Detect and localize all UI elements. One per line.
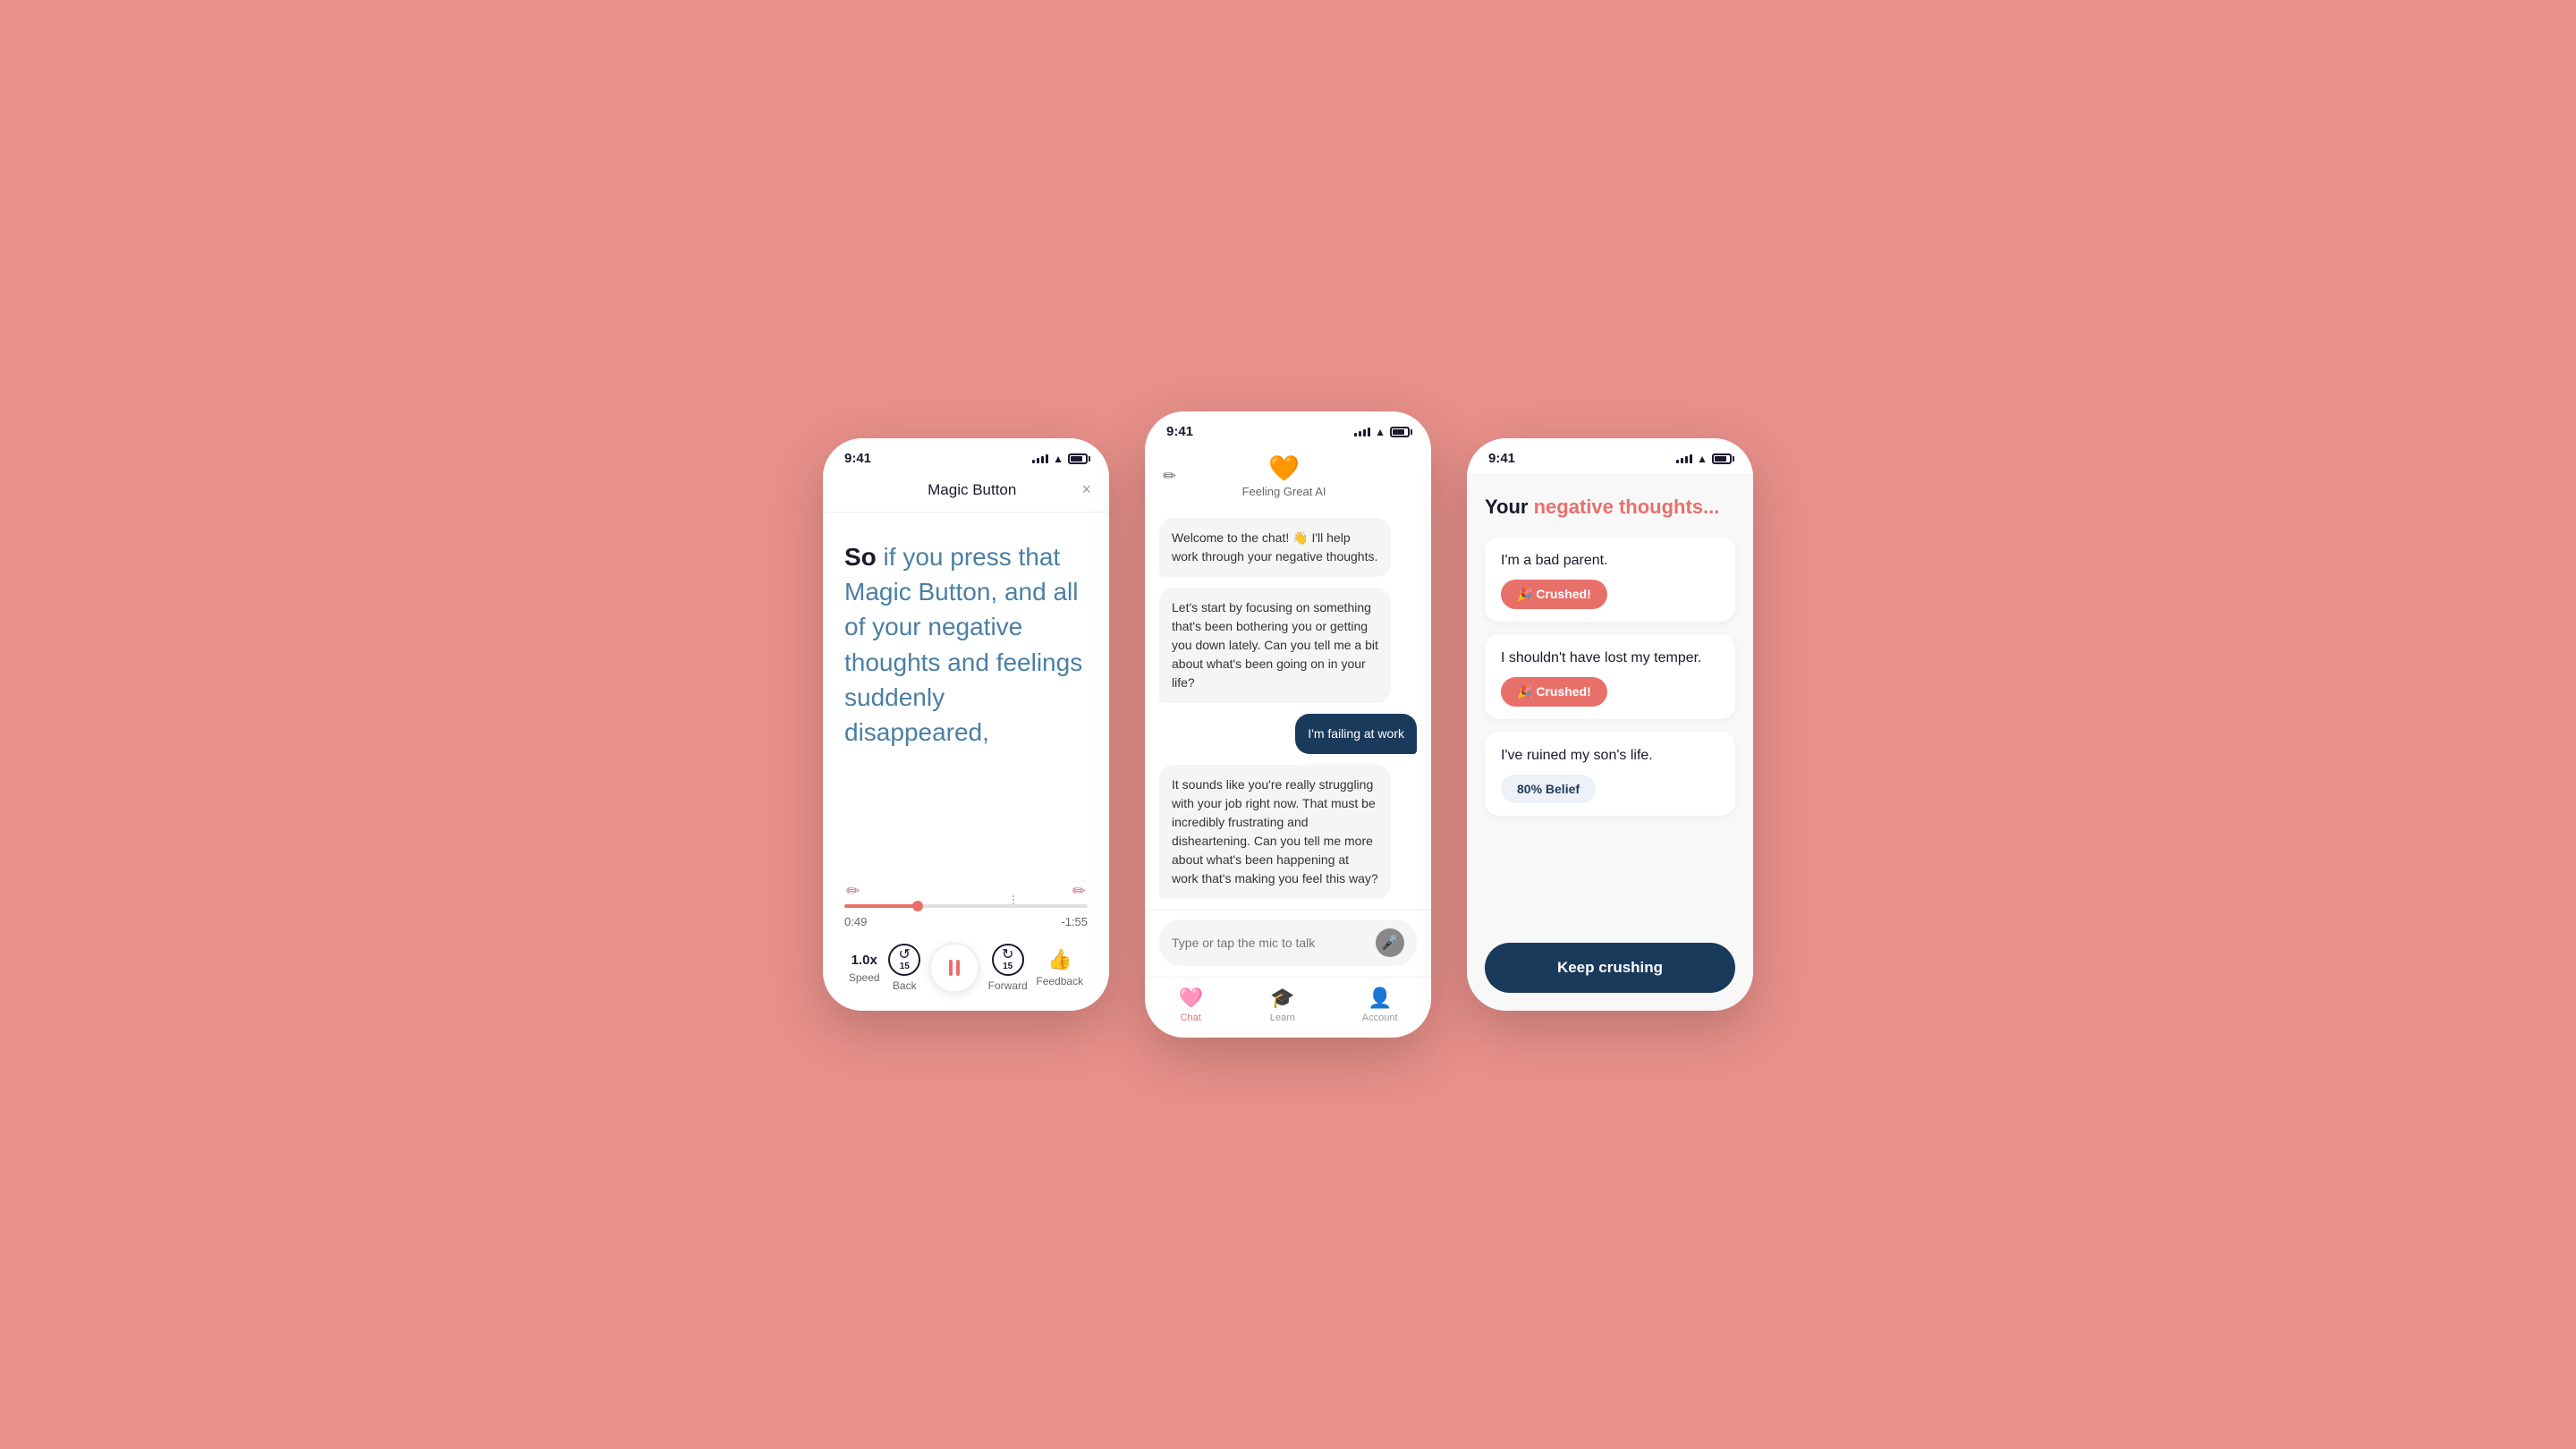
mic-button[interactable]: 🎤 xyxy=(1376,928,1404,957)
back-label: Back xyxy=(893,979,917,992)
status-icons-3: ▲ xyxy=(1676,453,1732,465)
play-pause-button[interactable] xyxy=(929,943,979,993)
status-bar-1: 9:41 ▲ xyxy=(823,438,1109,473)
phone3-content: Your negative thoughts... I'm a bad pare… xyxy=(1467,473,1753,1011)
chat-tab-label: Chat xyxy=(1181,1013,1201,1023)
chat-tab-icon: 🩷 xyxy=(1178,987,1202,1010)
status-time-2: 9:41 xyxy=(1166,424,1193,439)
crushed-button-1[interactable]: 🎉 Crushed! xyxy=(1501,580,1607,609)
tab-learn[interactable]: 🎓 Learn xyxy=(1270,987,1295,1023)
marker-left-icon[interactable]: ✏ xyxy=(846,882,860,901)
battery-icon xyxy=(1068,453,1088,464)
crushed-button-2[interactable]: 🎉 Crushed! xyxy=(1501,677,1607,707)
thought-card-2: I shouldn't have lost my temper. 🎉 Crush… xyxy=(1485,634,1735,719)
progress-fill xyxy=(844,904,918,908)
user-message-1: I'm failing at work xyxy=(1295,714,1417,754)
magic-button-title: Magic Button xyxy=(928,481,1016,499)
feedback-label: Feedback xyxy=(1036,975,1083,987)
marker-right-icon[interactable]: ✏ xyxy=(1072,882,1086,901)
audio-text-bold: So xyxy=(844,543,877,571)
battery-icon-2 xyxy=(1390,427,1410,437)
ai-message-3: It sounds like you're really struggling … xyxy=(1159,765,1391,899)
close-button[interactable]: × xyxy=(1081,480,1091,499)
page-title: Your negative thoughts... xyxy=(1485,487,1735,524)
chat-input[interactable] xyxy=(1172,936,1367,950)
wifi-icon: ▲ xyxy=(1053,453,1063,465)
chat-input-row: 🎤 xyxy=(1159,919,1417,966)
chapter-marker xyxy=(1013,895,1014,904)
status-icons-2: ▲ xyxy=(1354,426,1410,438)
signal-icon-3 xyxy=(1676,454,1692,463)
chat-header: ✏ 🧡 Feeling Great AI xyxy=(1145,446,1431,507)
back-button[interactable]: ↺ 15 Back xyxy=(888,944,920,992)
wifi-icon-3: ▲ xyxy=(1697,453,1707,465)
ai-avatar-header: 🧡 Feeling Great AI xyxy=(1242,453,1326,498)
status-bar-2: 9:41 ▲ xyxy=(1145,411,1431,446)
signal-icon-2 xyxy=(1354,428,1370,436)
edit-icon[interactable]: ✏ xyxy=(1163,467,1176,486)
account-tab-label: Account xyxy=(1362,1013,1398,1023)
progress-thumb xyxy=(912,901,923,911)
pause-icon xyxy=(949,960,960,976)
ai-heart-icon: 🧡 xyxy=(1268,453,1300,483)
phone-2: 9:41 ▲ ✏ 🧡 Feeling Great AI xyxy=(1145,411,1431,1038)
controls-row: 1.0x Speed ↺ 15 Back xyxy=(844,943,1088,993)
thought-text-2: I shouldn't have lost my temper. xyxy=(1501,650,1719,666)
ai-message-2: Let's start by focusing on something tha… xyxy=(1159,588,1391,703)
speed-control[interactable]: 1.0x Speed xyxy=(849,953,880,984)
forward-circle: ↻ 15 xyxy=(992,944,1024,976)
phone1-content: So if you press that Magic Button, and a… xyxy=(823,513,1109,1011)
forward-num: 15 xyxy=(1003,962,1013,971)
status-time-3: 9:41 xyxy=(1488,451,1515,466)
learn-tab-label: Learn xyxy=(1270,1013,1295,1023)
tab-bar: 🩷 Chat 🎓 Learn 👤 Account xyxy=(1145,977,1431,1038)
thought-card-3: I've ruined my son's life. 80% Belief xyxy=(1485,732,1735,816)
battery-icon-3 xyxy=(1712,453,1732,464)
status-icons-1: ▲ xyxy=(1032,453,1088,465)
phone1-header: Magic Button × xyxy=(823,473,1109,513)
back-arrow-icon: ↺ xyxy=(899,948,911,962)
thought-card-1: I'm a bad parent. 🎉 Crushed! xyxy=(1485,537,1735,622)
status-time-1: 9:41 xyxy=(844,451,871,466)
belief-button[interactable]: 80% Belief xyxy=(1501,775,1596,803)
thumbs-up-icon: 👍 xyxy=(1047,948,1072,971)
tab-account[interactable]: 👤 Account xyxy=(1362,987,1398,1023)
audio-text: So if you press that Magic Button, and a… xyxy=(844,539,1088,864)
signal-icon xyxy=(1032,454,1048,463)
forward-button[interactable]: ↻ 15 Forward xyxy=(988,944,1028,992)
audio-player: ✏ ✏ 0:49 -1:55 xyxy=(844,882,1088,993)
mic-icon: 🎤 xyxy=(1381,934,1399,952)
speed-label: Speed xyxy=(849,971,880,984)
audio-text-rest: if you press that Magic Button, and all … xyxy=(844,543,1082,746)
tab-chat[interactable]: 🩷 Chat xyxy=(1178,987,1202,1023)
thought-text-1: I'm a bad parent. xyxy=(1501,553,1719,569)
markers-row: ✏ ✏ xyxy=(844,882,1088,901)
forward-label: Forward xyxy=(988,979,1028,992)
thought-text-3: I've ruined my son's life. xyxy=(1501,748,1719,764)
account-tab-icon: 👤 xyxy=(1368,987,1392,1010)
feedback-button[interactable]: 👍 Feedback xyxy=(1036,948,1083,987)
ai-name: Feeling Great AI xyxy=(1242,485,1326,498)
back-circle: ↺ 15 xyxy=(888,944,920,976)
status-bar-3: 9:41 ▲ xyxy=(1467,438,1753,473)
phone-3: 9:41 ▲ Your negative thoughts... xyxy=(1467,438,1753,1011)
phones-container: 9:41 ▲ Magic Button × xyxy=(823,411,1753,1038)
time-row: 0:49 -1:55 xyxy=(844,915,1088,928)
speed-value: 1.0x xyxy=(852,953,877,968)
time-current: 0:49 xyxy=(844,915,867,928)
chat-input-area: 🎤 xyxy=(1145,910,1431,977)
time-remaining: -1:55 xyxy=(1061,915,1088,928)
chat-messages: Welcome to the chat! 👋 I'll help work th… xyxy=(1145,507,1431,910)
wifi-icon-2: ▲ xyxy=(1375,426,1385,438)
back-num: 15 xyxy=(900,962,910,971)
progress-bar[interactable] xyxy=(844,904,1088,908)
phone-1: 9:41 ▲ Magic Button × xyxy=(823,438,1109,1011)
learn-tab-icon: 🎓 xyxy=(1270,987,1294,1010)
keep-crushing-button[interactable]: Keep crushing xyxy=(1485,943,1735,993)
ai-message-1: Welcome to the chat! 👋 I'll help work th… xyxy=(1159,518,1391,577)
forward-arrow-icon: ↻ xyxy=(1002,948,1013,962)
